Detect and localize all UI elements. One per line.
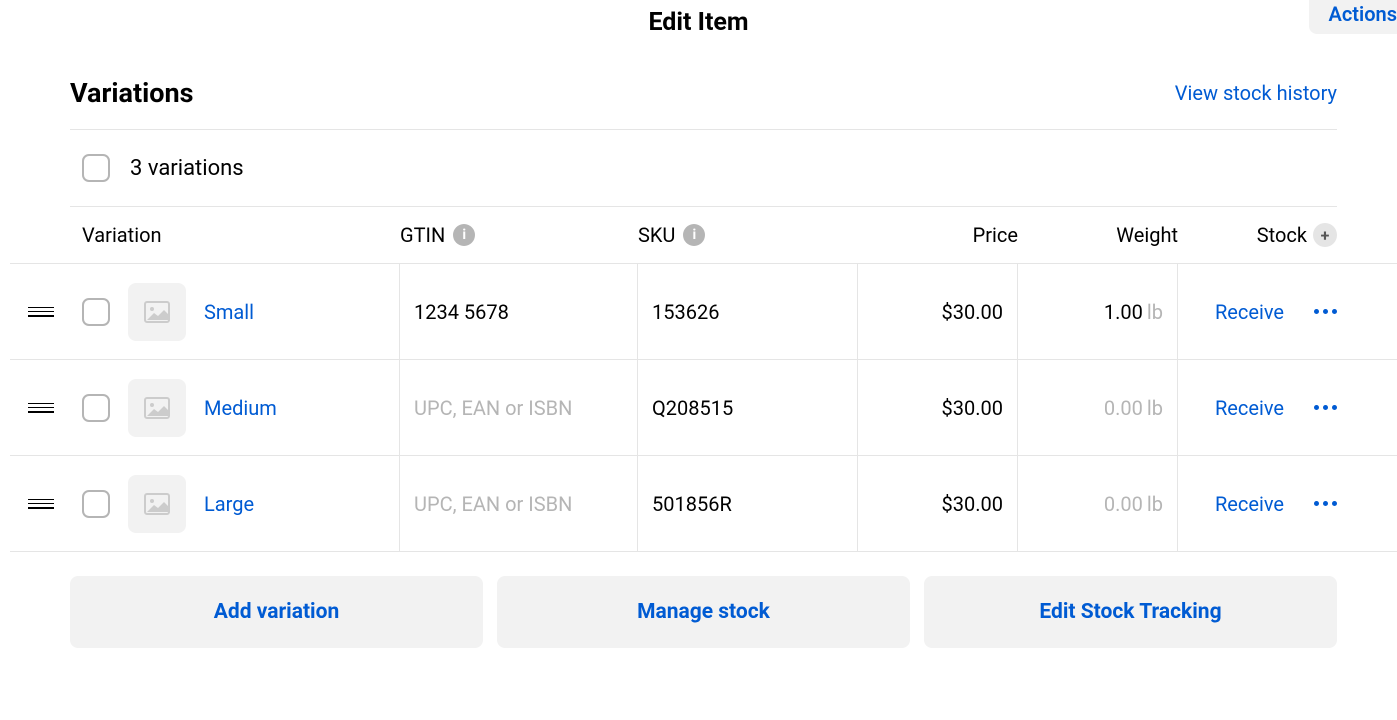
col-variation: Variation [82,223,400,247]
col-stock: Stock + [1178,223,1337,247]
page-title: Edit Item [0,0,1397,47]
variation-name-link[interactable]: Large [204,492,254,516]
row-checkbox[interactable] [82,394,110,422]
drag-handle-icon[interactable] [10,307,60,317]
more-icon[interactable] [1314,301,1337,322]
drag-handle-icon[interactable] [10,499,60,509]
gtin-cell[interactable]: UPC, EAN or ISBN [400,456,638,552]
more-icon[interactable] [1314,493,1337,514]
weight-value[interactable]: 1.00 [1104,300,1143,324]
more-icon[interactable] [1314,397,1337,418]
actions-button[interactable]: Actions [1309,0,1397,34]
gtin-value[interactable]: 1234 5678 [414,300,509,324]
gtin-cell[interactable]: 1234 5678 [400,264,638,360]
info-icon[interactable]: i [683,224,705,246]
weight-cell[interactable]: 1.00lb [1018,264,1178,360]
sku-cell[interactable]: Q208515 [638,360,858,456]
footer-buttons: Add variation Manage stock Edit Stock Tr… [10,552,1397,648]
image-thumbnail[interactable] [128,283,186,341]
select-all-row: 3 variations [10,130,1397,206]
add-stock-column-icon[interactable]: + [1313,223,1337,247]
price-value[interactable]: $30.00 [942,396,1003,420]
image-thumbnail[interactable] [128,475,186,533]
weight-unit: lb [1147,300,1163,324]
sku-value[interactable]: 153626 [652,300,719,324]
gtin-placeholder[interactable]: UPC, EAN or ISBN [414,492,572,516]
gtin-placeholder[interactable]: UPC, EAN or ISBN [414,396,572,420]
col-weight: Weight [1018,223,1178,247]
variation-name-link[interactable]: Small [204,300,254,324]
table-header: Variation GTIN i SKU i Price Weight Stoc… [10,207,1397,264]
col-gtin: GTIN i [400,223,638,247]
sku-value[interactable]: Q208515 [652,396,733,420]
weight-cell[interactable]: 0.00lb [1018,456,1178,552]
view-stock-history-link[interactable]: View stock history [1175,81,1337,105]
image-thumbnail[interactable] [128,379,186,437]
col-sku: SKU i [638,223,858,247]
weight-value[interactable]: 0.00 [1104,396,1143,420]
price-value[interactable]: $30.00 [942,492,1003,516]
sku-value[interactable]: 501856R [652,492,732,516]
variation-name-link[interactable]: Medium [204,396,277,420]
table-row: Large UPC, EAN or ISBN 501856R $30.00 0.00lb… [10,456,1397,552]
weight-unit: lb [1147,492,1163,516]
variation-count-label: 3 variations [130,156,244,181]
drag-handle-icon[interactable] [10,403,60,413]
col-stock-label: Stock [1257,223,1307,247]
select-all-checkbox[interactable] [82,154,110,182]
add-variation-button[interactable]: Add variation [70,576,483,648]
sku-cell[interactable]: 153626 [638,264,858,360]
table-row: Medium UPC, EAN or ISBN Q208515 $30.00 0.00l… [10,360,1397,456]
col-sku-label: SKU [638,223,675,247]
gtin-cell[interactable]: UPC, EAN or ISBN [400,360,638,456]
weight-value[interactable]: 0.00 [1104,492,1143,516]
row-checkbox[interactable] [82,490,110,518]
edit-stock-tracking-button[interactable]: Edit Stock Tracking [924,576,1337,648]
price-cell[interactable]: $30.00 [858,264,1018,360]
price-cell[interactable]: $30.00 [858,456,1018,552]
row-checkbox[interactable] [82,298,110,326]
price-cell[interactable]: $30.00 [858,360,1018,456]
receive-link[interactable]: Receive [1215,300,1284,324]
weight-cell[interactable]: 0.00lb [1018,360,1178,456]
col-gtin-label: GTIN [400,223,445,247]
receive-link[interactable]: Receive [1215,396,1284,420]
col-price: Price [858,223,1018,247]
sku-cell[interactable]: 501856R [638,456,858,552]
receive-link[interactable]: Receive [1215,492,1284,516]
info-icon[interactable]: i [453,224,475,246]
price-value[interactable]: $30.00 [942,300,1003,324]
weight-unit: lb [1147,396,1163,420]
manage-stock-button[interactable]: Manage stock [497,576,910,648]
table-row: Small 1234 5678 153626 $30.00 1.00lb Receive [10,264,1397,360]
section-title: Variations [70,77,194,109]
